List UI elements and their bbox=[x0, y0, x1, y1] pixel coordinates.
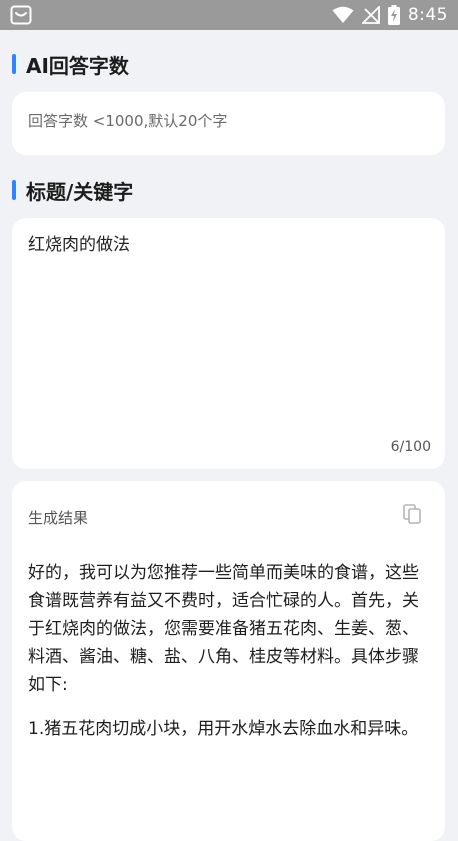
ai-word-count-heading: AI回答字数 bbox=[12, 50, 129, 78]
keyword-heading: 标题/关键字 bbox=[12, 176, 133, 204]
status-time: 8:45 bbox=[407, 5, 448, 25]
ai-word-count-input[interactable] bbox=[28, 112, 428, 130]
result-paragraph: 1.猪五花肉切成小块，用开水焯水去除血水和异味。 bbox=[28, 719, 419, 739]
status-icons: 8:45 bbox=[332, 0, 448, 30]
result-card: 生成结果 好的，我可以为您推荐一些简单而美味的食谱，这些食谱既营养有益又不费时，… bbox=[12, 481, 445, 841]
keyword-input[interactable] bbox=[28, 232, 428, 432]
ai-word-count-card bbox=[12, 92, 445, 155]
status-bar: 8:45 bbox=[0, 0, 458, 30]
keyword-card: 6/100 bbox=[12, 218, 445, 469]
heading-accent-bar bbox=[12, 54, 16, 74]
wifi-icon bbox=[332, 6, 354, 23]
char-counter: 6/100 bbox=[390, 439, 431, 455]
heading-accent-bar bbox=[12, 180, 16, 200]
result-label: 生成结果 bbox=[28, 509, 89, 527]
copy-icon[interactable] bbox=[401, 503, 423, 525]
notification-icon bbox=[10, 5, 32, 25]
battery-charging-icon bbox=[387, 5, 400, 25]
ai-word-count-title: AI回答字数 bbox=[26, 53, 129, 78]
result-paragraph: 好的，我可以为您推荐一些简单而美味的食谱，这些食谱既营养有益又不费时，适合忙碌的… bbox=[28, 563, 419, 695]
no-signal-icon bbox=[361, 6, 380, 24]
keyword-title: 标题/关键字 bbox=[26, 179, 134, 204]
result-text: 好的，我可以为您推荐一些简单而美味的食谱，这些食谱既营养有益又不费时，适合忙碌的… bbox=[28, 559, 434, 759]
